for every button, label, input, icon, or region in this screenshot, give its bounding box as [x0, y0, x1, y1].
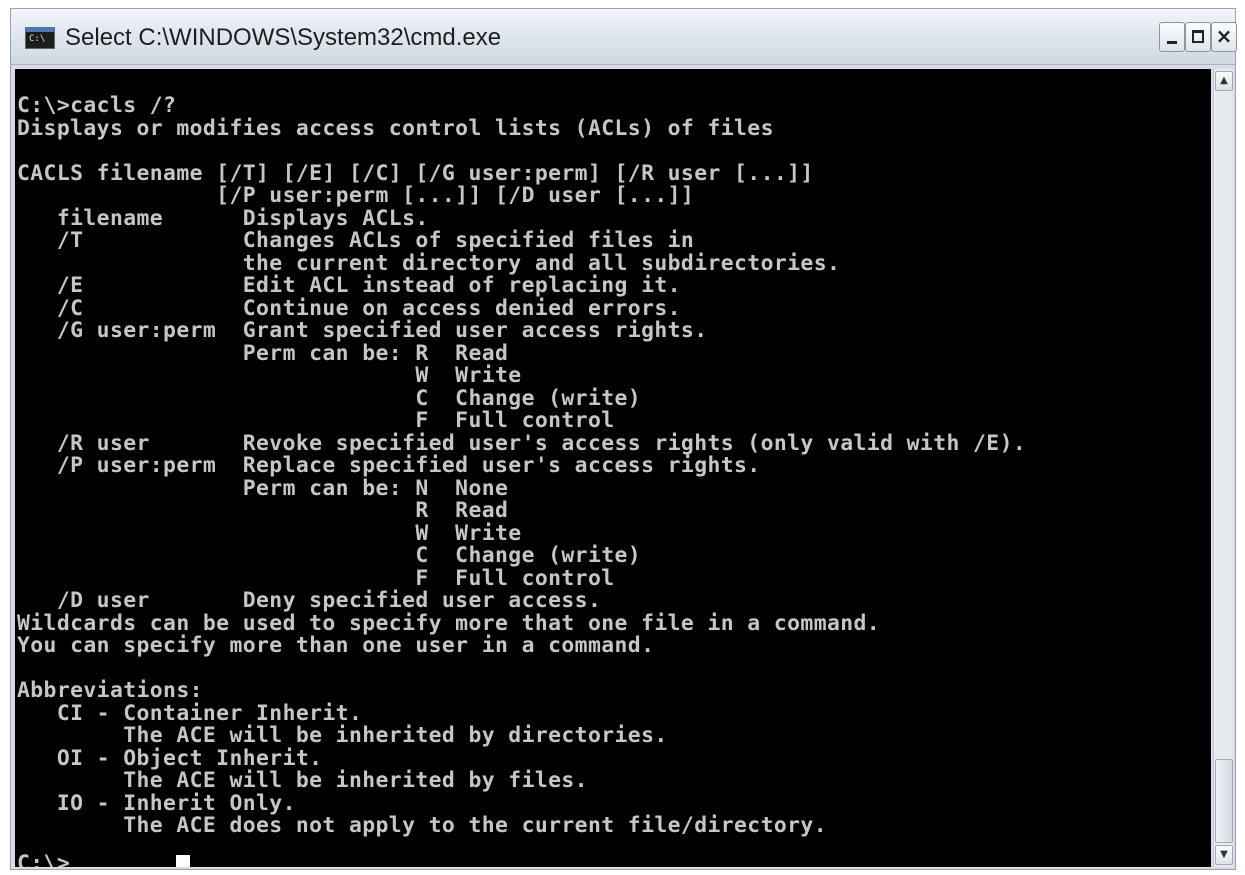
title-bar[interactable]: C:\ Select C:\WINDOWS\System32\cmd.exe × — [11, 9, 1237, 65]
scroll-up-icon: ▲ — [1220, 75, 1228, 86]
maximize-icon — [1192, 30, 1204, 43]
scrollbar-thumb[interactable] — [1215, 759, 1233, 843]
console-output-area[interactable]: C:\>cacls /? Displays or modifies access… — [15, 69, 1211, 867]
console-output-text: C:\>cacls /? Displays or modifies access… — [17, 93, 1027, 838]
console-app-icon-label: C:\ — [29, 34, 46, 44]
command-prompt-line[interactable]: C:\> — [17, 851, 82, 867]
maximize-button[interactable] — [1185, 22, 1211, 52]
minimize-icon — [1167, 41, 1177, 44]
window-title: Select C:\WINDOWS\System32\cmd.exe — [65, 24, 502, 51]
scroll-down-button[interactable]: ▼ — [1215, 845, 1233, 865]
console-app-icon[interactable]: C:\ — [25, 27, 55, 49]
close-icon: × — [1215, 24, 1233, 48]
selection-block-cursor — [176, 855, 190, 867]
console-window: C:\ Select C:\WINDOWS\System32\cmd.exe ×… — [10, 8, 1237, 870]
command-prompt: C:\> — [17, 851, 71, 867]
minimize-button[interactable] — [1159, 22, 1185, 52]
close-button[interactable]: × — [1211, 22, 1237, 52]
scroll-down-icon: ▼ — [1220, 849, 1228, 860]
scroll-up-button[interactable]: ▲ — [1215, 71, 1233, 91]
vertical-scrollbar[interactable]: ▲ ▼ — [1213, 69, 1233, 867]
